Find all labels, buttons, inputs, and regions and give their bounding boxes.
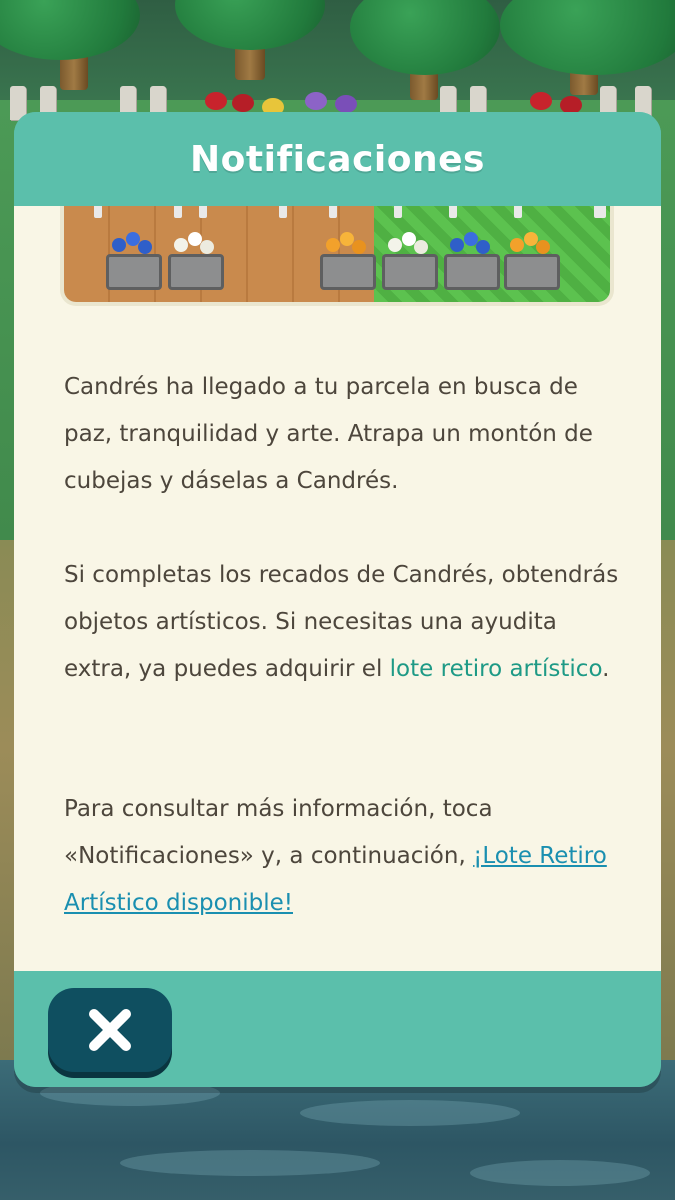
bundle-link[interactable]: lote retiro artístico bbox=[390, 656, 602, 682]
dialog-header: Notificaciones bbox=[14, 112, 661, 206]
message-paragraph-2-end: . bbox=[602, 656, 610, 682]
notification-dialog: Notificaciones Candrés ha llegado a tu p… bbox=[14, 112, 661, 1087]
message-paragraph-2: Si completas los recados de Candrés, obt… bbox=[64, 552, 624, 693]
close-icon bbox=[89, 1009, 131, 1051]
message-paragraph-3-text: Para consultar más información, toca «No… bbox=[64, 796, 493, 869]
close-button[interactable] bbox=[48, 988, 172, 1072]
event-banner-image bbox=[64, 206, 610, 302]
dialog-title: Notificaciones bbox=[190, 138, 485, 180]
dialog-body: Candrés ha llegado a tu parcela en busca… bbox=[14, 206, 661, 971]
message-paragraph-3: Para consultar más información, toca «No… bbox=[64, 786, 624, 927]
message-paragraph-1: Candrés ha llegado a tu parcela en busca… bbox=[64, 374, 593, 494]
